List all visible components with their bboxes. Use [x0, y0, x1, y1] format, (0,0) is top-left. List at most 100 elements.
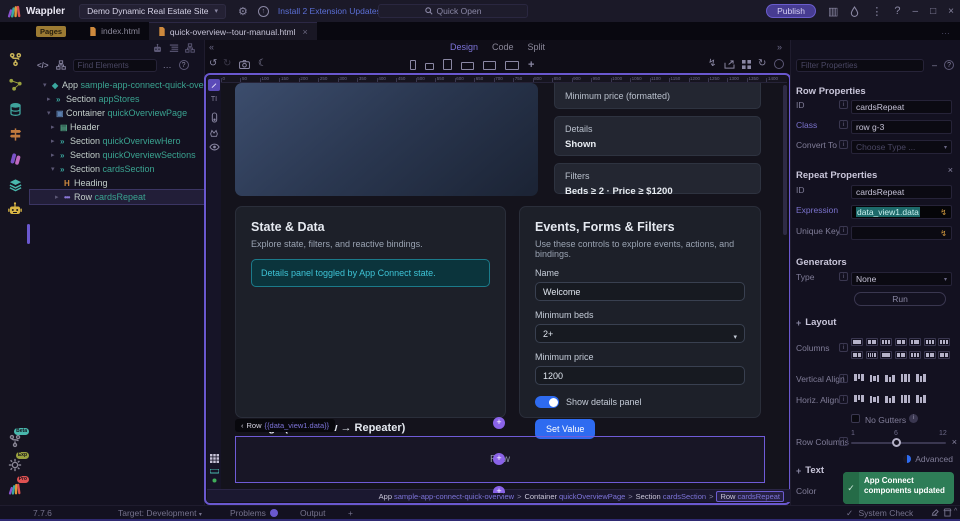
tree-item-sample-app-connect-quick-overview[interactable]: ▾ ◆ App sample-app-connect-quick-overview — [30, 78, 225, 92]
preview-eye-icon[interactable] — [207, 143, 221, 151]
desktop-preview-icon[interactable] — [483, 61, 496, 70]
database-icon[interactable] — [0, 98, 30, 120]
expander-icon[interactable]: ▾ — [51, 165, 55, 173]
no-gutters-checkbox[interactable] — [851, 414, 860, 423]
chevron-up-icon[interactable]: ^ — [954, 508, 957, 515]
clear-slider-icon[interactable]: × — [952, 437, 957, 447]
tab-quick-overview[interactable]: quick-overview--tour-manual.html × — [148, 22, 317, 40]
halign-between-icon[interactable] — [900, 394, 913, 404]
valign-bottom-icon[interactable] — [884, 373, 897, 383]
dark-mode-moon-icon[interactable]: ☾ — [258, 58, 267, 69]
min-price-input[interactable] — [535, 366, 745, 385]
structure-tree-icon[interactable] — [185, 43, 195, 53]
assistant-robot-icon[interactable] — [0, 198, 30, 220]
halign-center-icon[interactable] — [869, 394, 882, 404]
columns-preset-6-icon[interactable] — [923, 338, 936, 346]
archive-icon[interactable] — [943, 508, 952, 519]
id-input[interactable]: cardsRepeat — [851, 100, 952, 114]
tab-index-html[interactable]: index.html — [80, 22, 149, 40]
sitemap-icon[interactable] — [55, 60, 66, 70]
insert-before-button[interactable]: + — [493, 417, 505, 429]
workflows-icon[interactable] — [0, 73, 30, 95]
update-icon[interactable]: ↑ — [257, 5, 269, 17]
halign-around-icon[interactable] — [915, 394, 928, 404]
columns-preset-b-3-icon[interactable] — [880, 351, 892, 359]
breadcrumb-item-cardssection[interactable]: Section cardsSection — [636, 492, 706, 501]
name-input[interactable] — [535, 282, 745, 301]
components-grid-icon[interactable] — [742, 60, 751, 72]
listing-image-placeholder[interactable] — [235, 83, 538, 196]
columns-preset-5-icon[interactable] — [909, 338, 921, 346]
screenshot-camera-icon[interactable] — [239, 60, 250, 72]
design-canvas[interactable]: TI 0 50 100 150 200 250 300 350 400 450 500 550 600 6… — [204, 73, 791, 505]
insert-after-button[interactable]: + — [493, 486, 505, 493]
columns-preset-3-icon[interactable] — [880, 338, 892, 346]
columns-preset-b-4-icon[interactable] — [894, 351, 907, 359]
valign-baseline-icon[interactable] — [915, 373, 928, 383]
grid-view-icon[interactable] — [207, 454, 221, 463]
binding-bolt-icon[interactable]: ↯ — [940, 208, 947, 217]
repeat-id-input[interactable]: cardsRepeat — [851, 185, 952, 199]
unique-key-input[interactable]: ↯ — [851, 226, 952, 240]
find-elements-input[interactable] — [72, 58, 157, 72]
add-panel-button[interactable]: + — [348, 508, 353, 518]
bindings-bolt-icon[interactable]: ↯ — [708, 58, 716, 69]
experimental-gear-icon[interactable]: Exp — [0, 452, 30, 476]
tree-item-appstores[interactable]: ▸ » Section appStores — [30, 92, 205, 106]
valign-middle-icon[interactable] — [869, 373, 882, 383]
kebab-menu-icon[interactable]: ⋮ — [871, 5, 882, 18]
responsive-preview-icon[interactable]: + — [528, 60, 534, 71]
collapse-right-icon[interactable]: » — [777, 42, 782, 52]
columns-preset-7-icon[interactable] — [938, 338, 950, 346]
run-button[interactable]: Run — [854, 292, 946, 306]
style-brush-icon[interactable] — [207, 128, 221, 138]
slider-handle[interactable] — [892, 438, 901, 447]
tab-overflow-icon[interactable]: … — [941, 26, 950, 36]
expander-icon[interactable]: ▸ — [47, 95, 51, 103]
more-options-icon[interactable]: … — [163, 60, 172, 70]
output-button[interactable]: Output — [300, 508, 326, 518]
target-selector[interactable]: Target: Development ▾ — [118, 508, 202, 518]
layout-columns-icon[interactable]: ▥ — [828, 5, 838, 18]
tree-item-header[interactable]: ▸ ▤ Header — [30, 120, 205, 134]
phone-landscape-preview-icon[interactable] — [425, 63, 434, 70]
insert-inside-button[interactable]: + — [493, 453, 505, 465]
laptop-preview-icon[interactable] — [461, 62, 474, 70]
breadcrumb-item-cardsrepeat[interactable]: Row cardsRepeat — [716, 490, 784, 502]
expander-icon[interactable]: ▸ — [55, 193, 59, 201]
outline-list-icon[interactable] — [169, 43, 179, 53]
expander-icon[interactable]: ▾ — [43, 81, 47, 89]
breadcrumb-item-quickoverviewpage[interactable]: Container quickOverviewPage — [524, 492, 625, 501]
columns-preset-b-5-icon[interactable] — [909, 351, 921, 359]
expression-input[interactable]: data_view1.data ↯ — [851, 205, 952, 219]
install-updates-link[interactable]: Install 2 Extension Updates — [278, 6, 381, 16]
settings-gear-icon[interactable]: ⚙ — [238, 5, 248, 18]
layers-icon[interactable] — [0, 173, 30, 195]
redo-icon[interactable]: ↻ — [223, 58, 231, 69]
columns-preset-b-6-icon[interactable] — [923, 351, 936, 359]
help-icon[interactable]: ? — [178, 60, 189, 70]
halign-end-icon[interactable] — [884, 394, 897, 404]
valign-stretch-icon[interactable] — [900, 373, 913, 383]
theme-droplet-icon[interactable] — [850, 5, 859, 17]
expander-icon[interactable]: ▸ — [51, 123, 55, 131]
maximize-button[interactable]: □ — [930, 6, 936, 17]
clear-icon[interactable] — [930, 508, 939, 519]
valign-top-icon[interactable] — [853, 373, 866, 383]
code-view-icon[interactable]: </> — [37, 61, 49, 70]
view-mode-split[interactable]: Split — [528, 42, 546, 52]
tree-item-quickoverviewpage[interactable]: ▾ ▣ Container quickOverviewPage — [30, 106, 205, 120]
wappler-pro-icon[interactable]: Pro — [0, 476, 30, 500]
min-beds-select[interactable]: 2+ ▾ — [535, 324, 745, 343]
close-section-icon[interactable]: × — [948, 165, 953, 175]
tree-item-cardssection[interactable]: ▾ » Section cardsSection — [30, 162, 205, 176]
monitor-preview-icon[interactable] — [505, 61, 519, 70]
pin-tool-icon[interactable] — [207, 112, 221, 123]
help-icon[interactable]: ? — [944, 60, 955, 70]
advanced-toggle[interactable]: Advanced — [903, 454, 953, 464]
refresh-icon[interactable]: ↻ — [758, 58, 766, 69]
selected-element-tag[interactable]: ‹ Row {{data_view1.data}} — [235, 419, 336, 432]
view-mode-design[interactable]: Design — [450, 42, 478, 52]
robot-icon[interactable] — [152, 43, 163, 54]
generator-type-select[interactable]: None ▾ — [851, 272, 952, 286]
